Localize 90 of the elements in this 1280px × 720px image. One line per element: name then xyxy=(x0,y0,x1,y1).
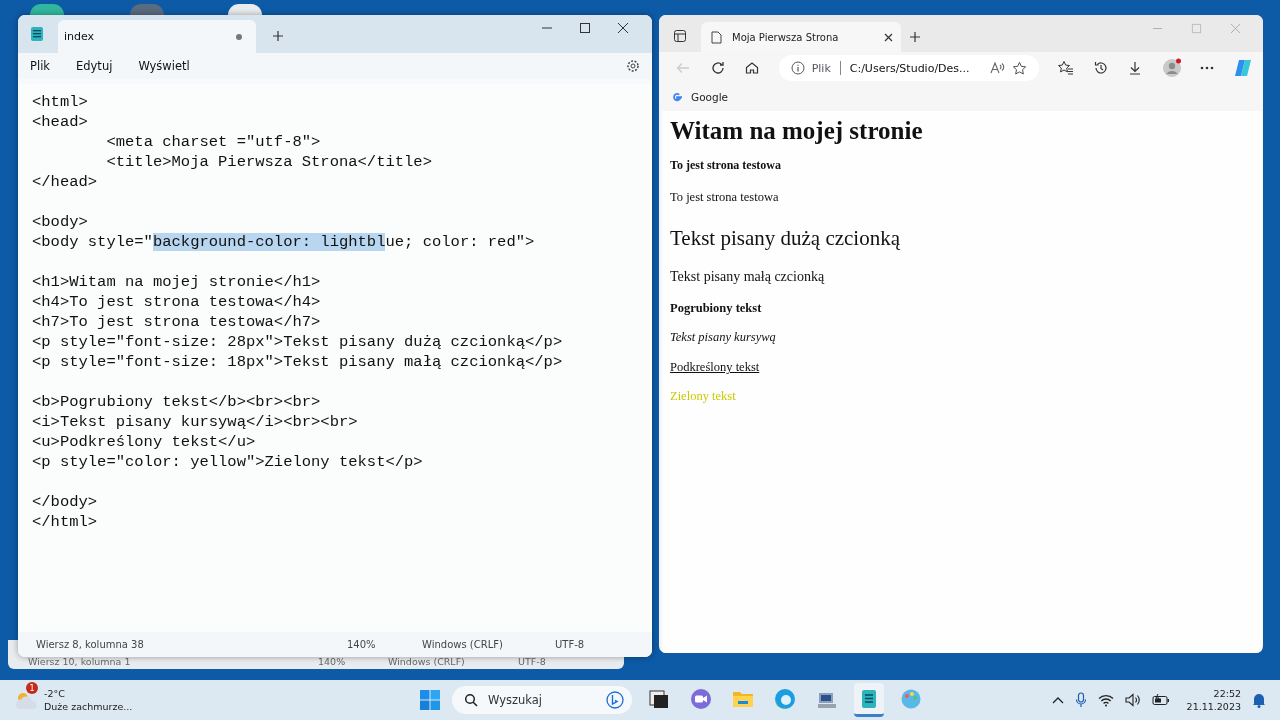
favorites-icon[interactable] xyxy=(1057,60,1075,76)
notification-badge: 1 xyxy=(26,682,38,694)
chevron-up-icon[interactable] xyxy=(1051,696,1064,704)
close-icon[interactable] xyxy=(617,22,629,34)
code-line: <body style="background-color: lightblue; color: red"> xyxy=(32,232,536,252)
page-text: Zielony tekst xyxy=(670,389,736,404)
page-text: Podkreślony tekst xyxy=(670,360,760,375)
maximize-icon[interactable] xyxy=(579,22,591,34)
microphone-icon[interactable] xyxy=(1074,692,1087,708)
editor-tab[interactable]: index xyxy=(58,20,256,53)
code-line: <h7>To jest strona testowa</h7> xyxy=(32,312,322,332)
code-line: <body> xyxy=(32,212,89,232)
page-text: Pogrubiony tekst xyxy=(670,301,762,316)
volume-icon[interactable] xyxy=(1124,693,1141,707)
bookmark-link[interactable]: Google xyxy=(671,90,729,103)
page-text: Witam na mojej stronie xyxy=(670,117,923,145)
status-text: Windows (CRLF) xyxy=(388,656,465,667)
code-line: <b>Pogrubiony tekst</b><br><br> xyxy=(32,392,322,412)
video-chat-icon xyxy=(690,687,712,710)
code-line: <meta charset ="utf-8"> xyxy=(105,132,322,152)
bing-icon[interactable] xyxy=(606,691,624,709)
search-bar[interactable]: Wyszukaj xyxy=(452,686,632,714)
code-line: <title>Moja Pierwsza Strona</title> xyxy=(105,152,433,172)
task-view-icon xyxy=(648,687,670,710)
close-icon[interactable] xyxy=(884,32,893,42)
code-line: </body> xyxy=(32,492,99,512)
menu-item[interactable]: Edytuj xyxy=(76,59,113,73)
copilot-icon[interactable] xyxy=(1232,58,1253,78)
menu-item[interactable]: Plik xyxy=(30,59,50,73)
code-line: <p style="font-size: 28px">Tekst pisany dużą czcionką</p> xyxy=(32,332,564,352)
url-text: C:/Users/Studio/Des... xyxy=(849,61,971,75)
tab-title: index xyxy=(64,30,95,43)
address-bar[interactable]: Plik C:/Users/Studio/Des... xyxy=(778,55,1039,81)
search-icon xyxy=(464,693,478,707)
clock[interactable]: 22:52 21.11.2023 xyxy=(1186,687,1241,713)
code-line: </html> xyxy=(32,512,99,532)
status-text: 140% xyxy=(318,656,346,667)
settings-icon[interactable] xyxy=(626,59,640,73)
taskbar-button[interactable] xyxy=(854,683,884,717)
home-icon[interactable] xyxy=(744,60,761,76)
refresh-icon[interactable] xyxy=(709,60,726,76)
code-line: <p style="font-size: 18px">Tekst pisany małą czcionką</p> xyxy=(32,352,564,372)
code-line: </head> xyxy=(32,172,99,192)
page-text: Tekst pisany dużą czcionką xyxy=(670,226,901,251)
status-text: UTF-8 xyxy=(555,639,585,650)
history-icon[interactable] xyxy=(1092,60,1109,76)
status-text: Windows (CRLF) xyxy=(422,639,503,650)
page-text: Tekst pisany kursywą xyxy=(670,330,776,345)
more-icon[interactable] xyxy=(1200,66,1215,70)
read-aloud-icon[interactable] xyxy=(989,61,1005,75)
browser-icon xyxy=(774,687,796,710)
profile-icon[interactable] xyxy=(1161,58,1182,78)
page-icon xyxy=(711,30,722,44)
tab-actions-icon[interactable] xyxy=(673,29,687,43)
page-text: To jest strona testowa xyxy=(670,190,779,205)
temperature-text: -2°C xyxy=(44,687,66,700)
start-icon[interactable] xyxy=(420,690,440,710)
g-logo-icon xyxy=(671,90,683,103)
wifi-icon[interactable] xyxy=(1097,693,1114,707)
code-line: <p style="color: yellow">Zielony tekst</p> xyxy=(32,452,424,472)
desktop-icon[interactable] xyxy=(228,4,262,15)
weather-text: Duże zachmurze... xyxy=(44,700,133,713)
status-text: 140% xyxy=(347,639,376,650)
browser-tab[interactable]: Moja Pierwsza Strona xyxy=(701,22,901,52)
time-text: 22:52 xyxy=(1213,687,1241,700)
code-line: <i>Tekst pisany kursywą</i><br><br> xyxy=(32,412,359,432)
code-line: <h4>To jest strona testowa</h4> xyxy=(32,292,322,312)
search-field[interactable]: Wyszukaj xyxy=(486,692,598,708)
star-icon[interactable] xyxy=(1011,60,1027,76)
page-text: To jest strona testowa xyxy=(670,158,781,173)
new-tab-icon[interactable] xyxy=(272,30,284,42)
status-text: Wiersz 10, kolumna 1 xyxy=(28,656,131,667)
code-line: <h1>Witam na mojej stronie</h1> xyxy=(32,272,322,292)
new-tab-icon[interactable] xyxy=(909,31,921,43)
desktop-icon[interactable] xyxy=(30,4,64,15)
code-line: <head> xyxy=(32,112,89,132)
code-line: <html> xyxy=(32,92,89,112)
notepad-icon xyxy=(30,26,44,42)
date-text: 21.11.2023 xyxy=(1186,700,1241,713)
info-icon xyxy=(790,61,805,75)
page-text: Tekst pisany małą czcionką xyxy=(670,269,825,285)
site-scheme: Plik xyxy=(811,61,831,75)
palette-icon xyxy=(900,687,922,710)
status-text: Wiersz 8, kolumna 38 xyxy=(36,639,144,650)
menu-item[interactable]: Wyświetl xyxy=(138,59,190,73)
bell-icon[interactable] xyxy=(1252,692,1266,708)
battery-icon[interactable] xyxy=(1151,694,1170,706)
tab-title: Moja Pierwsza Strona xyxy=(732,31,840,43)
status-text: UTF-8 xyxy=(518,656,546,667)
code-line: <u>Podkreślony tekst</u> xyxy=(32,432,257,452)
